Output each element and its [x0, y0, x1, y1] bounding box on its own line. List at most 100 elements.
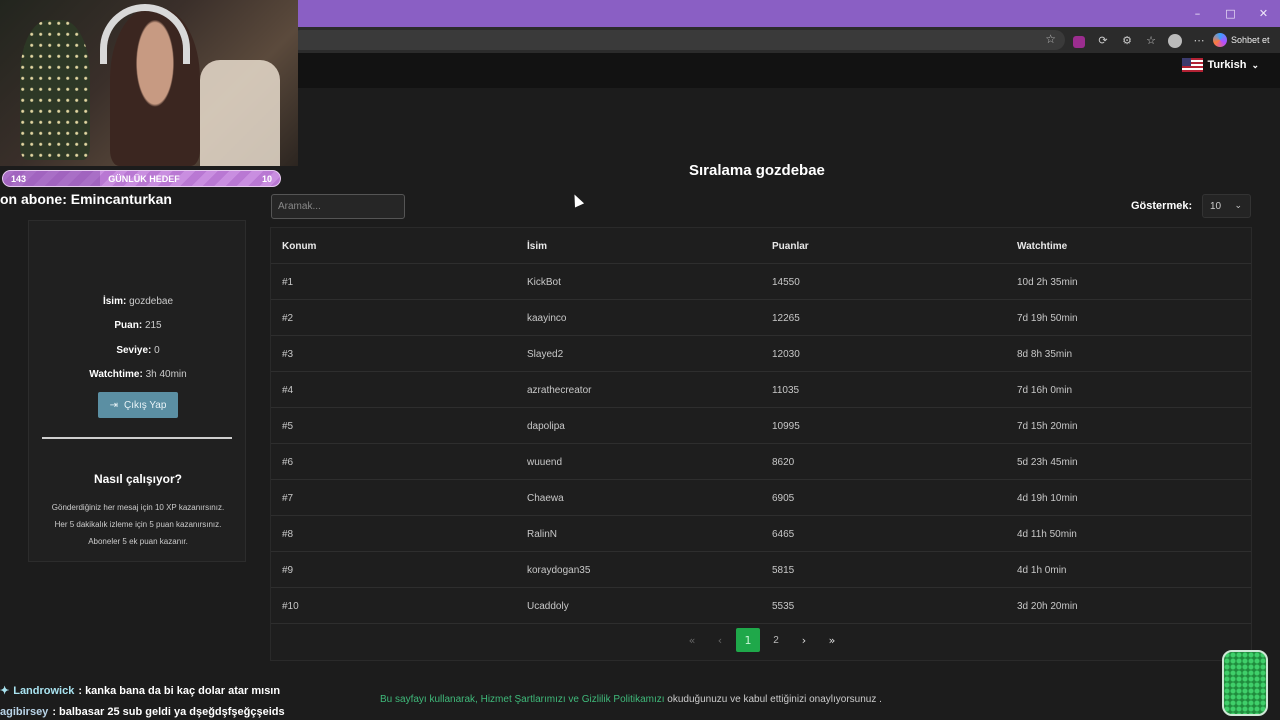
table-header-row: Konum İsim Puanlar Watchtime: [271, 228, 1251, 264]
watchtime-cell: 8d 8h 35min: [1017, 348, 1073, 360]
extension-icon[interactable]: [1070, 31, 1088, 49]
webcam-overlay: [0, 0, 298, 166]
level-label: Seviye:: [116, 345, 152, 356]
goal-label: GÜNLÜK HEDEF: [108, 173, 180, 184]
chat-username: Landrowick: [13, 684, 75, 697]
name-cell: KickBot: [527, 276, 561, 288]
watchtime-cell: 4d 1h 0min: [1017, 564, 1067, 576]
divider: [42, 437, 232, 439]
page-button-1[interactable]: 1: [736, 628, 760, 652]
column-header-rank[interactable]: Konum: [282, 228, 316, 264]
table-row: #10 Ucaddoly 5535 3d 20h 20min: [271, 588, 1251, 624]
logout-button[interactable]: ⇥ Çıkış Yap: [98, 392, 178, 418]
how-it-works-line: Gönderdiğiniz her mesaj için 10 XP kazan…: [51, 503, 225, 512]
rank-cell: #8: [282, 528, 294, 540]
chat-text: : balbasar 25 sub geldi ya dşeğdşfşeğçşe…: [52, 705, 285, 718]
leaderboard-table: Konum İsim Puanlar Watchtime #1 KickBot …: [270, 227, 1252, 661]
page-title: Sıralama gozdebae: [689, 162, 825, 179]
close-button[interactable]: ✕: [1247, 0, 1280, 27]
rank-cell: #6: [282, 456, 294, 468]
page-size-select[interactable]: 10 ⌄: [1202, 194, 1251, 218]
goal-current: 143: [11, 173, 27, 184]
first-page-button[interactable]: «: [680, 628, 704, 652]
table-row: #6 wuuend 8620 5d 23h 45min: [271, 444, 1251, 480]
puzzle-icon[interactable]: ⚙: [1118, 31, 1136, 49]
minimize-button[interactable]: –: [1181, 0, 1214, 27]
page-size-label: Göstermek:: [1131, 200, 1193, 212]
watchtime-cell: 3d 20h 20min: [1017, 600, 1078, 612]
footer-notice: Bu sayfayı kullanarak, Hizmet Şartlarımı…: [380, 694, 882, 705]
profile-icon[interactable]: [1166, 31, 1184, 49]
more-icon[interactable]: ⋯: [1190, 31, 1208, 49]
watchtime-cell: 4d 11h 50min: [1017, 528, 1077, 540]
watchtime-value: 3h 40min: [145, 369, 187, 380]
rank-cell: #4: [282, 384, 294, 396]
chat-message: ✦ Landrowick : kanka bana da bi kaç dola…: [0, 680, 285, 701]
chair: [200, 60, 280, 166]
prev-page-button[interactable]: ‹: [708, 628, 732, 652]
watchtime-cell: 10d 2h 35min: [1017, 276, 1078, 288]
name-cell: Slayed2: [527, 348, 564, 360]
us-flag-icon: [1181, 58, 1203, 72]
footer-suffix: okuduğunuzu ve kabul ettiğinizi onaylıyo…: [664, 694, 882, 705]
how-it-works-line: Her 5 dakikalık izleme için 5 puan kazan…: [54, 520, 222, 529]
watchtime-cell: 7d 19h 50min: [1017, 312, 1078, 324]
favorites-icon[interactable]: ☆: [1142, 31, 1160, 49]
points-cell: 6905: [772, 492, 795, 504]
chat-badge-icon: ✦: [0, 685, 10, 697]
copilot-button[interactable]: Sohbet et: [1213, 30, 1270, 50]
last-page-button[interactable]: »: [820, 628, 844, 652]
profile-card: İsim: gozdebae Puan: 215 Seviye: 0 Watch…: [28, 220, 246, 562]
goal-target: 10: [261, 173, 272, 184]
pagination: « ‹ 1 2 › »: [680, 628, 844, 652]
chevron-down-icon: ⌄: [1234, 200, 1242, 210]
points-cell: 5815: [772, 564, 795, 576]
language-selector[interactable]: Turkish ⌄: [1181, 58, 1259, 72]
table-row: #9 koraydogan35 5815 4d 1h 0min: [271, 552, 1251, 588]
chat-username: agibirsey: [0, 705, 49, 718]
rank-cell: #5: [282, 420, 294, 432]
page-button-2[interactable]: 2: [764, 628, 788, 652]
extension-icons: ⟳ ⚙ ☆ ⋯: [1070, 31, 1208, 49]
points-cell: 10995: [772, 420, 800, 432]
rank-cell: #2: [282, 312, 294, 324]
name-label: İsim:: [102, 296, 127, 307]
points-label: Puan:: [114, 320, 143, 331]
watchtime-cell: 7d 15h 20min: [1017, 420, 1078, 432]
watchtime-cell: 4d 19h 10min: [1017, 492, 1078, 504]
maximize-button[interactable]: □: [1214, 0, 1247, 27]
favorite-star-icon[interactable]: ☆: [1045, 32, 1056, 46]
headphones-icon: [100, 4, 190, 64]
column-header-watchtime[interactable]: Watchtime: [1017, 228, 1067, 264]
search-input[interactable]: [271, 194, 405, 219]
points-cell: 5535: [772, 600, 795, 612]
table-row: #5 dapolipa 10995 7d 15h 20min: [271, 408, 1251, 444]
gumball-machine-overlay: [1222, 650, 1268, 716]
copilot-label: Sohbet et: [1231, 35, 1270, 45]
chevron-down-icon: ⌄: [1251, 59, 1259, 70]
name-cell: wuuend: [527, 456, 563, 468]
window-controls: – □ ✕: [1181, 0, 1280, 27]
column-header-name[interactable]: İsim: [527, 228, 547, 264]
logout-icon: ⇥: [109, 399, 118, 411]
table-row: #2 kaayinco 12265 7d 19h 50min: [271, 300, 1251, 336]
logout-label: Çıkış Yap: [123, 399, 167, 411]
url-field[interactable]: ☆: [290, 30, 1065, 50]
points-cell: 11035: [772, 384, 800, 396]
next-page-button[interactable]: ›: [792, 628, 816, 652]
watchtime-cell: 7d 16h 0min: [1017, 384, 1073, 396]
copilot-icon: [1213, 33, 1227, 47]
table-row: #8 RalinN 6465 4d 11h 50min: [271, 516, 1251, 552]
terms-link[interactable]: Hizmet Şartlarımızı ve Gizlilik Politika…: [481, 694, 665, 705]
name-cell: kaayinco: [527, 312, 567, 324]
name-cell: RalinN: [527, 528, 558, 540]
table-row: #1 KickBot 14550 10d 2h 35min: [271, 264, 1251, 300]
refresh-extension-icon[interactable]: ⟳: [1094, 31, 1112, 49]
points-cell: 6465: [772, 528, 795, 540]
chat-message: agibirsey : balbasar 25 sub geldi ya dşe…: [0, 701, 285, 720]
profile-level: Seviye: 0: [29, 345, 247, 356]
column-header-points[interactable]: Puanlar: [772, 228, 809, 264]
table-row: #4 azrathecreator 11035 7d 16h 0min: [271, 372, 1251, 408]
rank-cell: #10: [282, 600, 299, 612]
points-cell: 12265: [772, 312, 800, 324]
